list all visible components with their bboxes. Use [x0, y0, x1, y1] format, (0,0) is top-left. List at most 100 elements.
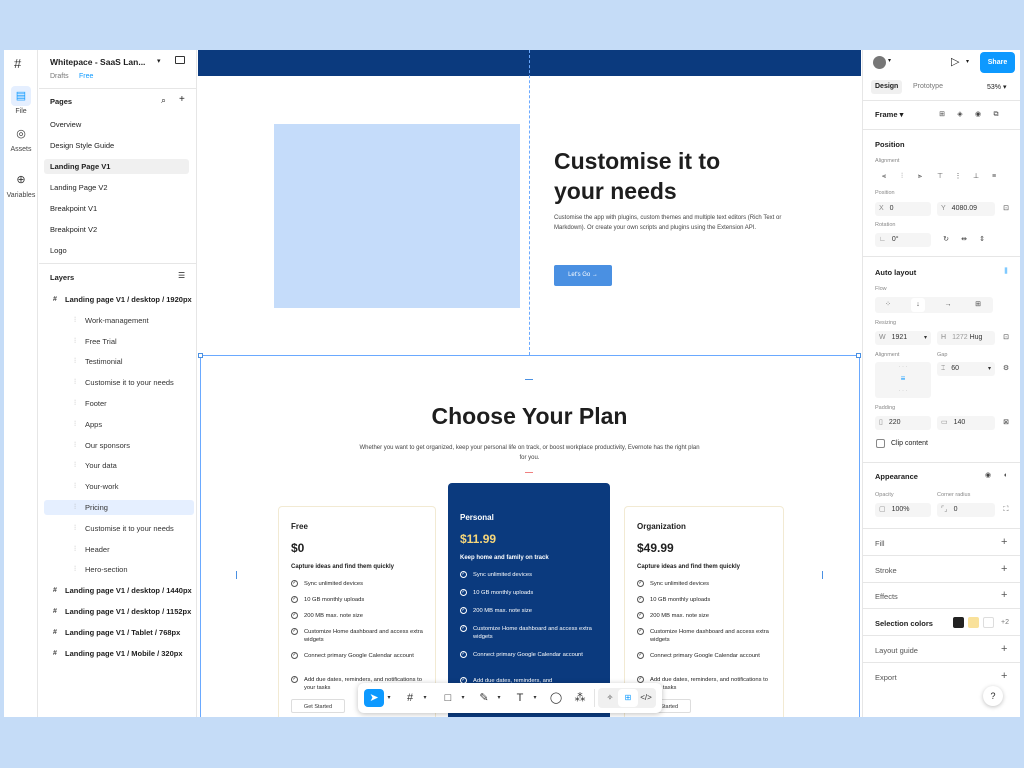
- pricing-subtitle[interactable]: Whether you want to get organized, keep …: [358, 443, 701, 463]
- constraints-icon[interactable]: ⊡: [999, 202, 1013, 216]
- frame-layer[interactable]: # Landing page V1 / desktop / 1152px: [44, 604, 194, 619]
- layer-item[interactable]: ⫶ Free Trial: [44, 334, 194, 349]
- layer-item[interactable]: ⫶ Apps: [44, 417, 194, 432]
- distribute-icon[interactable]: ≡: [987, 170, 1001, 184]
- page-item[interactable]: Landing Page V2: [44, 180, 189, 195]
- frame-layer[interactable]: # Landing page V1 / desktop / 1920px: [44, 292, 194, 307]
- width-field[interactable]: W 1921 ▾: [875, 331, 931, 345]
- clip-content-checkbox[interactable]: [876, 439, 885, 448]
- variables-tab[interactable]: ⊕ Variables: [4, 170, 38, 199]
- layer-item[interactable]: ⫶ Header: [44, 542, 194, 557]
- file-title[interactable]: Whitepace - SaaS Lan...: [50, 57, 145, 67]
- x-position-field[interactable]: X0: [875, 202, 931, 216]
- blend-mode-icon[interactable]: ◐: [999, 469, 1013, 483]
- component-icon[interactable]: ◈: [953, 108, 967, 122]
- search-icon[interactable]: ⌕: [161, 95, 166, 106]
- frame-tool-icon[interactable]: #: [400, 689, 420, 707]
- flow-wrap-icon[interactable]: ⊞: [971, 298, 985, 312]
- page-item[interactable]: Breakpoint V2: [44, 222, 189, 237]
- text-tool-icon[interactable]: T: [510, 689, 530, 707]
- lets-go-button[interactable]: Let's Go →: [554, 265, 612, 286]
- frame-layer[interactable]: # Landing page V1 / Mobile / 320px: [44, 646, 194, 661]
- flow-vertical-icon[interactable]: ↓: [911, 298, 925, 312]
- layer-item[interactable]: ⫶ Your-work: [44, 479, 194, 494]
- layer-item[interactable]: ⫶ Footer: [44, 396, 194, 411]
- draw-mode-icon[interactable]: ✧: [600, 689, 620, 707]
- independent-corners-icon[interactable]: ⛶: [999, 503, 1013, 517]
- gap-field[interactable]: ⌶ 60 ▾: [937, 362, 995, 376]
- flow-horizontal-icon[interactable]: →: [941, 298, 955, 312]
- avatar[interactable]: [873, 56, 886, 69]
- sidebar-toggle-icon[interactable]: [175, 56, 185, 64]
- rotation-field[interactable]: ∟ 0°: [875, 233, 931, 247]
- frame-layer[interactable]: # Landing page V1 / Tablet / 768px: [44, 625, 194, 640]
- page-item[interactable]: Breakpoint V1: [44, 201, 189, 216]
- resize-handle[interactable]: [198, 353, 203, 358]
- opacity-field[interactable]: ▢ 100%: [875, 503, 931, 517]
- actions-icon[interactable]: ⁂: [570, 689, 590, 707]
- add-effect-icon[interactable]: +: [1001, 589, 1007, 601]
- flip-vertical-icon[interactable]: ⇕: [975, 233, 989, 247]
- canvas[interactable]: Customise it to your needs Customise the…: [198, 50, 861, 717]
- resize-to-fit-icon[interactable]: ⊡: [999, 331, 1013, 345]
- assets-tab[interactable]: ◎ Assets: [4, 124, 38, 153]
- chevron-down-icon[interactable]: ▾: [888, 57, 891, 64]
- color-swatch[interactable]: [953, 617, 964, 628]
- add-export-icon[interactable]: +: [1001, 670, 1007, 682]
- customise-description[interactable]: Customise the app with plugins, custom t…: [554, 213, 784, 233]
- flip-horizontal-icon[interactable]: ⇹: [957, 233, 971, 247]
- add-fill-icon[interactable]: +: [1001, 536, 1007, 548]
- align-middle-icon[interactable]: ⋮: [951, 170, 965, 184]
- color-swatch[interactable]: [968, 617, 979, 628]
- customise-heading[interactable]: Customise it to your needs: [554, 146, 720, 206]
- instance-icon[interactable]: ◉: [971, 108, 985, 122]
- align-center-h-icon[interactable]: ⫶: [895, 170, 909, 184]
- page-item[interactable]: Logo: [44, 243, 189, 258]
- chevron-down-icon[interactable]: ▾: [459, 689, 467, 707]
- dev-mode-icon[interactable]: </>: [636, 689, 656, 707]
- boolean-icon[interactable]: ⧉: [989, 108, 1003, 122]
- frame-layer[interactable]: # Landing page V1 / desktop / 1440px: [44, 583, 194, 598]
- flow-free-icon[interactable]: ⁘: [881, 298, 895, 312]
- pricing-title[interactable]: Choose Your Plan: [198, 403, 861, 434]
- align-bottom-icon[interactable]: ⊥: [969, 170, 983, 184]
- layer-item[interactable]: ⫶ Our sponsors: [44, 438, 194, 453]
- comment-tool-icon[interactable]: ◯: [546, 689, 566, 707]
- chevron-down-icon[interactable]: ▾: [495, 689, 503, 707]
- height-field[interactable]: H 1272 Hug: [937, 331, 995, 345]
- pen-tool-icon[interactable]: ✎: [474, 689, 494, 707]
- color-swatch[interactable]: [983, 617, 994, 628]
- chevron-down-icon[interactable]: ▾: [385, 689, 393, 707]
- plan-badge[interactable]: Free: [79, 73, 93, 80]
- page-item[interactable]: Overview: [44, 117, 189, 132]
- individual-padding-icon[interactable]: ⊠: [999, 416, 1013, 430]
- tab-prototype[interactable]: Prototype: [909, 80, 947, 94]
- layer-item[interactable]: ⫶ Hero-section: [44, 562, 194, 577]
- layer-item[interactable]: ⫶ Customise it to your needs: [44, 521, 194, 536]
- tab-design[interactable]: Design: [871, 80, 903, 94]
- chevron-down-icon[interactable]: ▾: [966, 58, 969, 65]
- layer-item[interactable]: ⫶ Testimonial: [44, 354, 194, 369]
- vertical-padding-field[interactable]: ▭ 140: [937, 416, 995, 430]
- get-started-button[interactable]: Get Started: [291, 699, 345, 713]
- zoom-level[interactable]: 53% ▾: [987, 83, 1006, 91]
- file-tab[interactable]: ▤ File: [4, 86, 38, 115]
- layer-item[interactable]: ⫶ Pricing: [44, 500, 194, 515]
- resize-handle[interactable]: [856, 353, 861, 358]
- horizontal-padding-field[interactable]: ▯ 220: [875, 416, 931, 430]
- align-top-icon[interactable]: ⊤: [933, 170, 947, 184]
- corner-radius-field[interactable]: ⌜⌟ 0: [937, 503, 995, 517]
- add-page-icon[interactable]: +: [179, 94, 185, 105]
- chevron-down-icon[interactable]: ▾: [421, 689, 429, 707]
- chevron-down-icon[interactable]: ▾: [531, 689, 539, 707]
- image-placeholder[interactable]: [274, 124, 520, 308]
- grid-icon[interactable]: ⊞: [935, 108, 949, 122]
- present-play-icon[interactable]: ▷: [951, 55, 959, 68]
- layer-item[interactable]: ⫶ Your data: [44, 458, 194, 473]
- page-item[interactable]: Design Style Guide: [44, 138, 189, 153]
- layers-list-icon[interactable]: ☰: [178, 271, 185, 280]
- share-button[interactable]: Share: [980, 52, 1015, 73]
- add-stroke-icon[interactable]: +: [1001, 563, 1007, 575]
- layer-item[interactable]: ⫶ Work-management: [44, 313, 194, 328]
- more-colors-count[interactable]: +2: [1001, 619, 1009, 626]
